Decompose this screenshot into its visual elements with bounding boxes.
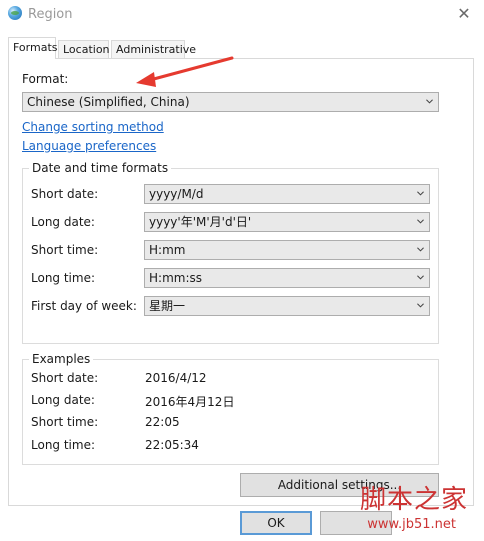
ok-button[interactable]: OK [240,511,312,535]
window-title: Region [28,7,73,22]
watermark-url: www.jb51.net [367,517,456,532]
short-time-value: H:mm [149,243,186,257]
first-day-of-week-dropdown[interactable]: 星期一 [144,296,430,316]
close-icon[interactable]: ✕ [454,4,474,24]
format-value: Chinese (Simplified, China) [27,95,190,109]
example-long-time-label: Long time: [31,438,96,452]
language-preferences-link[interactable]: Language preferences [22,139,156,153]
long-date-dropdown[interactable]: yyyy'年'M'月'd'日' [144,212,430,232]
long-time-value: H:mm:ss [149,271,202,285]
first-day-of-week-label: First day of week: [31,299,137,313]
red-arrow-annotation [136,56,234,87]
chevron-down-icon [417,303,424,308]
tab-strip: Formats Location Administrative [0,37,484,59]
title-bar: Region ✕ [0,0,484,32]
first-day-of-week-value: 星期一 [149,299,186,313]
short-date-label: Short date: [31,187,99,201]
short-time-dropdown[interactable]: H:mm [144,240,430,260]
tab-location[interactable]: Location [58,40,110,59]
tab-formats[interactable]: Formats [8,37,58,59]
long-date-label: Long date: [31,215,95,229]
group-title: Examples [29,352,94,366]
chevron-down-icon [417,219,424,224]
chevron-down-icon [426,99,433,104]
chevron-down-icon [417,247,424,252]
example-short-date-label: Short date: [31,371,99,385]
example-long-time-value: 22:05:34 [145,438,199,452]
long-time-dropdown[interactable]: H:mm:ss [144,268,430,288]
long-time-label: Long time: [31,271,96,285]
example-short-date-value: 2016/4/12 [145,371,207,385]
long-date-value: yyyy'年'M'月'd'日' [149,215,252,229]
chevron-down-icon [417,191,424,196]
example-short-time-value: 22:05 [145,415,180,429]
short-time-label: Short time: [31,243,99,257]
watermark-text: 脚本之家 [359,485,468,515]
example-long-date-value: 2016年4月12日 [145,395,235,409]
region-dialog: Region ✕ Formats Location Administrative… [0,0,484,541]
chevron-down-icon [417,275,424,280]
group-title: Date and time formats [29,161,172,175]
change-sorting-link[interactable]: Change sorting method [22,120,164,134]
example-long-date-label: Long date: [31,393,95,407]
globe-icon [8,6,22,20]
format-label: Format: [22,72,69,86]
example-short-time-label: Short time: [31,415,99,429]
short-date-dropdown[interactable]: yyyy/M/d [144,184,430,204]
watermark: 脚本之家 www.jb51.net [310,479,480,539]
format-dropdown[interactable]: Chinese (Simplified, China) [22,92,439,112]
short-date-value: yyyy/M/d [149,187,204,201]
